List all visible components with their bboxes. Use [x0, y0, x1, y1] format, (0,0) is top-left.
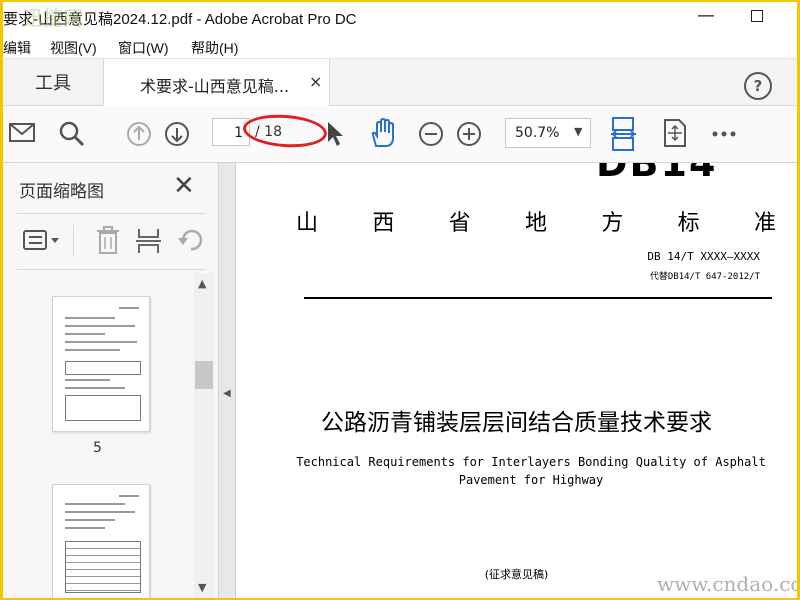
zoom-out-icon[interactable]	[418, 121, 446, 149]
scroll-up-icon[interactable]: ▲	[198, 277, 206, 290]
menu-edit[interactable]: 编辑	[3, 38, 31, 58]
search-icon[interactable]	[58, 120, 86, 148]
email-icon[interactable]	[8, 120, 36, 144]
minimize-button[interactable]: —	[697, 5, 715, 26]
tab-bar: 工具 术要求-山西意见稿... × ?	[3, 59, 797, 106]
previous-page-icon[interactable]	[126, 121, 154, 149]
zoom-in-icon[interactable]	[456, 121, 484, 149]
title-char: 方	[601, 211, 624, 236]
panel-splitter[interactable]: ◀	[219, 163, 236, 598]
menu-bar: 编辑 视图(V) 窗口(W) 帮助(H)	[3, 34, 797, 59]
title-char: 山	[296, 211, 319, 236]
divider	[17, 269, 205, 270]
close-panel-icon[interactable]: ✕	[173, 171, 195, 201]
thumbnail-options-icon[interactable]	[22, 229, 62, 253]
tab-document-label: 术要求-山西意见稿...	[140, 77, 290, 96]
page-thumbnails-panel: 页面缩略图 ✕ 5 ▲ ▼	[3, 163, 219, 598]
provincial-standard-title: 山 西 省 地 方 标 准	[296, 205, 776, 237]
standard-number: DB 14/T XXXX—XXXX	[647, 250, 760, 263]
title-char: 省	[448, 211, 471, 236]
divider	[17, 213, 205, 214]
menu-help[interactable]: 帮助(H)	[191, 38, 238, 58]
document-view: DB14 山 西 省 地 方 标 准 DB 14/T XXXX—XXXX 代替D…	[236, 163, 797, 598]
menu-view[interactable]: 视图(V)	[50, 38, 97, 58]
red-annotation-ellipse	[241, 112, 329, 150]
title-char: 西	[372, 211, 395, 236]
collapse-panel-icon[interactable]: ◀	[223, 388, 231, 399]
tab-document[interactable]: 术要求-山西意见稿... ×	[104, 59, 330, 106]
extract-page-icon[interactable]	[136, 225, 162, 255]
page-thumbnail-5[interactable]	[52, 296, 150, 432]
thumbnail-scrollbar[interactable]: ▲ ▼	[194, 273, 214, 598]
help-icon[interactable]: ?	[744, 72, 772, 100]
title-bar: 要求-山西意见稿2024.12.pdf - Adobe Acrobat Pro …	[3, 2, 797, 34]
maximize-button[interactable]	[751, 10, 763, 22]
document-title-en: Technical Requirements for Interlayers B…	[296, 455, 766, 487]
standard-code-large: DB14	[596, 163, 718, 185]
rotate-page-icon[interactable]	[177, 226, 205, 254]
thumbnail-page-label: 5	[93, 440, 102, 456]
menu-window[interactable]: 窗口(W)	[118, 38, 169, 58]
scrollbar-thumb[interactable]	[195, 361, 213, 389]
acrobat-window: 要求-山西意见稿2024.12.pdf - Adobe Acrobat Pro …	[3, 2, 797, 598]
watermark-url: www.cndao.com	[657, 572, 797, 596]
select-cursor-icon[interactable]	[325, 120, 347, 148]
divider	[73, 225, 74, 257]
more-options-icon[interactable]	[711, 130, 739, 138]
zoom-dropdown[interactable]: 50.7% ▼	[505, 118, 591, 148]
watermark-logo: 迅捷网	[23, 6, 83, 30]
toolbar: 1 / 18 50.7% ▼	[3, 106, 797, 163]
next-page-icon[interactable]	[164, 121, 192, 149]
tab-tools[interactable]: 工具	[3, 59, 104, 105]
chevron-down-icon: ▼	[574, 125, 583, 138]
title-char: 标	[677, 211, 700, 236]
panel-title: 页面缩略图	[19, 182, 104, 202]
fit-width-icon[interactable]	[610, 116, 638, 152]
hand-tool-icon[interactable]	[368, 118, 398, 150]
title-char: 地	[524, 211, 547, 236]
title-char: 准	[753, 211, 776, 236]
document-title-cn: 公路沥青铺装层层间结合质量技术要求	[321, 410, 712, 436]
delete-page-icon[interactable]	[95, 225, 121, 255]
replaces-standard: 代替DB14/T 647-2012/T	[649, 272, 760, 282]
zoom-value: 50.7%	[515, 125, 560, 141]
tab-close-button[interactable]: ×	[309, 72, 322, 91]
divider-line	[304, 297, 772, 299]
page-thumbnail-6[interactable]	[52, 484, 150, 598]
scroll-mode-icon[interactable]	[662, 118, 688, 148]
scroll-down-icon[interactable]: ▼	[198, 581, 206, 594]
